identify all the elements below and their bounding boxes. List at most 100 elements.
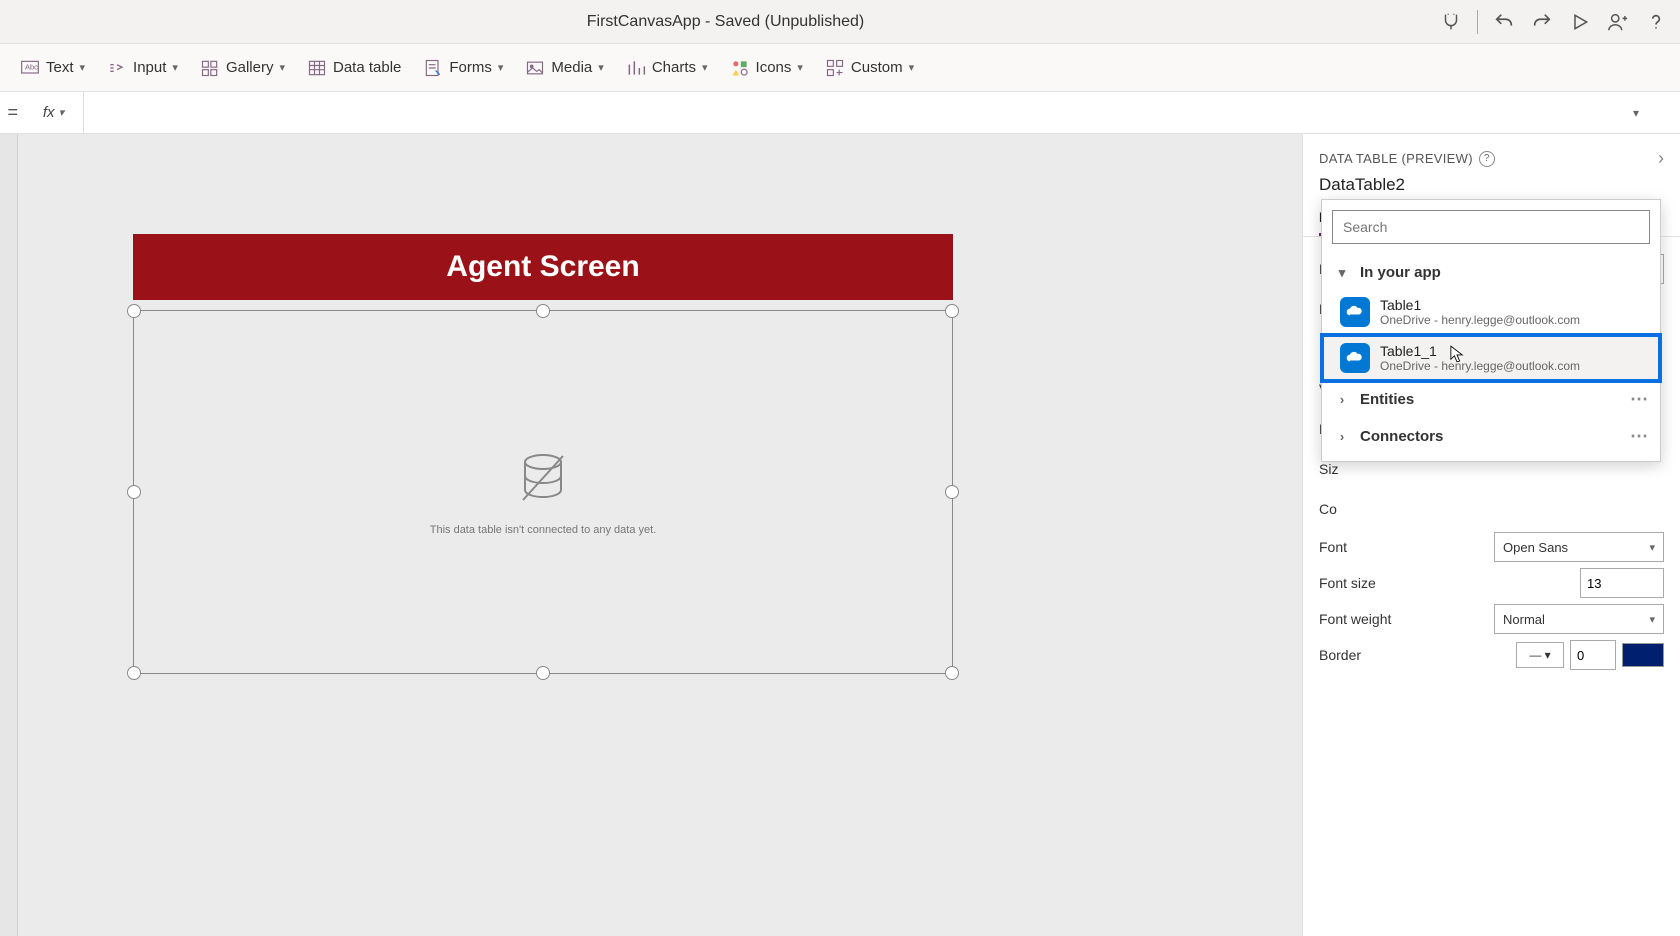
prop-border: Border — ▾	[1319, 637, 1664, 673]
border-style-select[interactable]: — ▾	[1516, 642, 1564, 668]
help-circle-icon[interactable]: ?	[1479, 151, 1495, 167]
font-select[interactable]: Open Sans ▾	[1494, 532, 1664, 562]
prop-label: Font weight	[1319, 611, 1391, 627]
dropdown-search	[1332, 210, 1650, 244]
border-width-input[interactable]	[1570, 640, 1616, 670]
ribbon-gallery[interactable]: Gallery ▾	[200, 58, 285, 78]
resize-handle[interactable]	[945, 666, 959, 680]
canvas[interactable]: Agent Screen This data table isn't conne…	[18, 134, 1302, 936]
prop-font: Font Open Sans ▾	[1319, 529, 1664, 565]
resize-handle[interactable]	[127, 485, 141, 499]
datasource-item-table1[interactable]: Table1 OneDrive - henry.legge@outlook.co…	[1322, 289, 1660, 335]
panel-collapse-icon[interactable]: ›	[1658, 148, 1664, 169]
ribbon-input[interactable]: Input ▾	[107, 58, 178, 78]
section-entities[interactable]: › Entities ⋯	[1322, 381, 1660, 418]
more-icon[interactable]: ⋯	[1630, 389, 1648, 410]
chevron-down-icon: ▾	[1334, 265, 1350, 281]
charts-icon	[626, 58, 646, 78]
item-name: Table1	[1380, 297, 1580, 313]
chevron-down-icon: ▾	[498, 61, 504, 74]
chevron-down-icon: ▾	[598, 61, 604, 74]
search-input[interactable]	[1332, 210, 1650, 244]
properties-panel: DATA TABLE (PREVIEW) ? › DataTable2 Prop…	[1302, 134, 1680, 936]
onedrive-icon	[1340, 343, 1370, 373]
formula-expand-icon[interactable]: ▾	[1622, 106, 1650, 120]
media-icon	[525, 58, 545, 78]
data-source-dropdown: ▾ In your app Table1 OneDrive - henry.le…	[1321, 199, 1661, 462]
onedrive-icon	[1340, 297, 1370, 327]
prop-label: Border	[1319, 647, 1361, 663]
custom-icon	[825, 58, 845, 78]
divider	[1477, 10, 1478, 34]
redo-icon[interactable]	[1530, 10, 1554, 34]
item-sub: OneDrive - henry.legge@outlook.com	[1380, 313, 1580, 327]
section-in-your-app[interactable]: ▾ In your app	[1322, 256, 1660, 289]
section-connectors[interactable]: › Connectors ⋯	[1322, 418, 1660, 455]
select-value: Normal	[1503, 612, 1545, 627]
prop-font-weight: Font weight Normal ▾	[1319, 601, 1664, 637]
ribbon-label: Media	[551, 59, 592, 76]
panel-header: DATA TABLE (PREVIEW) ? › DataTable2	[1303, 134, 1680, 201]
table-icon	[307, 58, 327, 78]
resize-handle[interactable]	[945, 304, 959, 318]
ribbon-datatable[interactable]: Data table	[307, 58, 401, 78]
ribbon-label: Text	[46, 59, 74, 76]
datasource-item-table1-1[interactable]: Table1_1 OneDrive - henry.legge@outlook.…	[1322, 335, 1660, 381]
formula-input[interactable]	[84, 92, 1622, 133]
ribbon-label: Data table	[333, 59, 401, 76]
diagnostics-icon[interactable]	[1439, 10, 1463, 34]
chevron-down-icon: ▾	[702, 61, 708, 74]
border-color-swatch[interactable]	[1622, 643, 1664, 667]
ribbon-media[interactable]: Media ▾	[525, 58, 603, 78]
undo-icon[interactable]	[1492, 10, 1516, 34]
ribbon-custom[interactable]: Custom ▾	[825, 58, 914, 78]
ribbon-charts[interactable]: Charts ▾	[626, 58, 708, 78]
icons-icon	[730, 58, 750, 78]
equals-label: =	[0, 102, 24, 123]
left-gutter[interactable]	[0, 134, 18, 936]
input-icon	[107, 58, 127, 78]
font-weight-select[interactable]: Normal ▾	[1494, 604, 1664, 634]
more-icon[interactable]: ⋯	[1630, 426, 1648, 447]
chevron-down-icon: ▾	[172, 61, 178, 74]
ribbon-label: Forms	[449, 59, 492, 76]
resize-handle[interactable]	[536, 666, 550, 680]
section-label: In your app	[1360, 264, 1441, 281]
select-value: Open Sans	[1503, 540, 1568, 555]
ribbon-text[interactable]: Abc Text ▾	[20, 58, 85, 78]
chevron-down-icon: ▾	[1649, 613, 1655, 626]
resize-handle[interactable]	[536, 304, 550, 318]
title-actions	[1439, 10, 1668, 34]
app-title: FirstCanvasApp - Saved (Unpublished)	[12, 13, 1439, 31]
share-icon[interactable]	[1606, 10, 1630, 34]
ribbon-forms[interactable]: Forms ▾	[423, 58, 503, 78]
help-icon[interactable]	[1644, 10, 1668, 34]
resize-handle[interactable]	[127, 304, 141, 318]
font-size-input[interactable]	[1580, 568, 1664, 598]
section-label: Entities	[1360, 391, 1414, 408]
chevron-down-icon: ▾	[279, 61, 285, 74]
text-icon: Abc	[20, 58, 40, 78]
fx-selector[interactable]: fx▾	[24, 92, 84, 133]
prop-label: Font	[1319, 539, 1347, 555]
canvas-content: Agent Screen This data table isn't conne…	[133, 234, 953, 674]
datatable-control[interactable]: This data table isn't connected to any d…	[133, 310, 953, 674]
title-bar: FirstCanvasApp - Saved (Unpublished)	[0, 0, 1680, 44]
datatable-empty-message: This data table isn't connected to any d…	[430, 524, 657, 536]
control-name: DataTable2	[1319, 175, 1664, 195]
chevron-right-icon: ›	[1334, 429, 1350, 444]
prop-font-size: Font size	[1319, 565, 1664, 601]
prop-label: Font size	[1319, 575, 1376, 591]
prop-label: Siz	[1319, 461, 1338, 477]
database-empty-icon	[511, 448, 575, 512]
play-icon[interactable]	[1568, 10, 1592, 34]
resize-handle[interactable]	[127, 666, 141, 680]
screen-header[interactable]: Agent Screen	[133, 234, 953, 300]
resize-handle[interactable]	[945, 485, 959, 499]
ribbon-icons[interactable]: Icons ▾	[730, 58, 803, 78]
chevron-right-icon: ›	[1334, 392, 1350, 407]
formula-bar: = fx▾ ▾	[0, 92, 1680, 134]
chevron-down-icon: ▾	[909, 61, 915, 74]
chevron-down-icon: ▾	[797, 61, 803, 74]
item-sub: OneDrive - henry.legge@outlook.com	[1380, 359, 1580, 373]
